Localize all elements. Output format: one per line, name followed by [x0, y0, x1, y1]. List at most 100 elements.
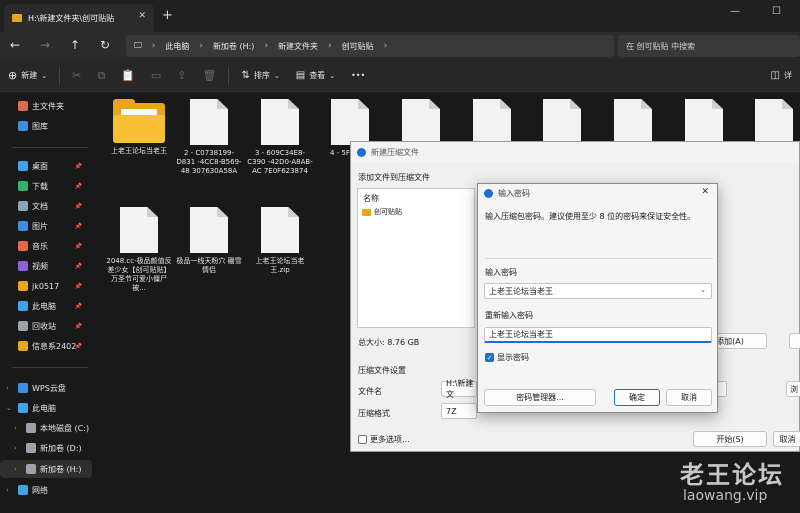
password-manager-button[interactable]: 密码管理器...	[484, 389, 596, 406]
folder-item[interactable]: 上老王论坛当老王	[106, 99, 172, 156]
add-button-label: 添加(A)	[716, 336, 744, 346]
file-item[interactable]: 上老王论坛当老王.zip	[247, 207, 313, 275]
new-button[interactable]: ⊕ 新建 ⌄	[0, 64, 55, 88]
sidebar-item[interactable]: 图片 📌	[0, 217, 92, 235]
explorer-tab[interactable]: H:\新建文件夹\创可贴贴 ✕	[4, 4, 154, 32]
chevron-right-icon[interactable]: ›	[6, 486, 14, 494]
refresh-icon[interactable]: ↻	[100, 38, 110, 52]
chevron-down-icon[interactable]: ⌄	[6, 404, 14, 412]
back-icon[interactable]: ←	[10, 38, 20, 52]
toolbar-divider	[59, 66, 61, 85]
chevron-right-icon: ›	[151, 41, 156, 51]
copy-icon[interactable]: ⧉	[89, 64, 113, 88]
pc-icon: 🖵	[134, 41, 142, 50]
sidebar-item[interactable]: 回收站 📌	[0, 317, 92, 335]
sidebar-item[interactable]: › 本地磁盘 (C:)	[0, 419, 92, 437]
share-icon[interactable]: ⇪	[169, 64, 194, 88]
password-label: 输入密码	[485, 268, 517, 277]
sidebar-item[interactable]: 主文件夹	[0, 97, 92, 115]
file-item[interactable]: 2048.cc-极品颜值反差少女【创可贴贴】万圣节可爱小僵尸被...	[106, 207, 172, 293]
address-bar[interactable]: 🖵 › 此电脑 › 新加卷 (H:) › 新建文件夹 › 创可贴贴 ›	[126, 35, 614, 57]
details-button[interactable]: ◫ 详	[763, 64, 800, 88]
start-button[interactable]: 开始(S)	[693, 431, 767, 447]
close-icon[interactable]: ✕	[701, 187, 709, 197]
file-item[interactable]: 2 - C0738199-D831 -4CC8-B569-48 307630A5…	[176, 99, 242, 176]
password-manager-label: 密码管理器...	[516, 393, 564, 402]
sidebar-divider	[12, 147, 88, 148]
title-bar: H:\新建文件夹\创可贴贴 ✕ + — ☐	[0, 0, 800, 32]
chevron-right-icon[interactable]: ›	[6, 384, 14, 392]
breadcrumb-item[interactable]: 新加卷 (H:)	[213, 41, 255, 52]
sidebar-item[interactable]: › 新加卷 (H:)	[0, 460, 92, 478]
chevron-right-icon: ›	[264, 41, 269, 51]
chevron-right-icon: ›	[328, 41, 332, 51]
paste-icon[interactable]: 📋	[113, 64, 143, 88]
file-item[interactable]: 3 - 609C34E8-C390 -42D0-A8AB-AC 7E0F6238…	[247, 99, 313, 176]
pin-icon: 📌	[74, 222, 82, 230]
extra-button[interactable]	[789, 333, 800, 349]
file-icon	[473, 99, 511, 145]
sidebar-item-label: 回收站	[32, 321, 56, 331]
more-options-button[interactable]: •••	[343, 64, 373, 88]
sidebar-item[interactable]: › 网络	[0, 481, 92, 499]
rename-icon[interactable]: ▭	[143, 64, 169, 88]
password-cancel-button[interactable]: 取消	[666, 389, 712, 406]
chevron-right-icon[interactable]: ›	[14, 424, 22, 432]
sidebar-item-label: 图库	[32, 121, 48, 131]
sidebar-item-label: 此电脑	[32, 301, 56, 311]
chevron-down-icon[interactable]: ⌄	[700, 286, 706, 294]
tab-close-icon[interactable]: ✕	[138, 11, 146, 21]
sidebar-item[interactable]: › WPS云盘	[0, 379, 92, 397]
breadcrumb-item[interactable]: 新建文件夹	[278, 41, 318, 52]
browse-button[interactable]: 浏	[786, 381, 800, 397]
reenter-password-field[interactable]: 上老王论坛当老王	[484, 327, 712, 343]
more-options-label[interactable]: 更多选项...	[370, 434, 410, 445]
breadcrumb-item[interactable]: 创可贴贴	[342, 41, 374, 52]
filename-field[interactable]: H:\新建文	[441, 379, 477, 399]
sidebar-item[interactable]: ⌄ 此电脑	[0, 399, 92, 417]
sidebar-item[interactable]: 信息系2402 📌	[0, 337, 92, 355]
cut-icon[interactable]: ✂	[64, 64, 89, 88]
folder-icon	[18, 281, 28, 291]
list-item[interactable]: 创可贴贴	[362, 207, 402, 217]
format-select[interactable]: 7Z	[441, 403, 477, 419]
file-listbox[interactable]: 名称 创可贴贴	[357, 188, 475, 328]
sidebar-item[interactable]: 音乐 📌	[0, 237, 92, 255]
sidebar-item[interactable]: jk0517 📌	[0, 277, 92, 295]
password-field[interactable]: 上老王论坛当老王 ⌄	[484, 283, 712, 299]
chevron-right-icon[interactable]: ›	[14, 465, 22, 473]
sort-button[interactable]: ⇅ 排序 ⌄	[233, 64, 287, 88]
file-icon	[261, 207, 299, 253]
view-button[interactable]: ▤ 查看 ⌄	[288, 64, 343, 88]
password-dialog-title: 输入密码	[498, 188, 530, 198]
sidebar-item[interactable]: 视频 📌	[0, 257, 92, 275]
search-input[interactable]: 在 创可贴贴 中搜索	[618, 35, 800, 57]
sidebar-item[interactable]: › 新加卷 (D:)	[0, 439, 92, 457]
chevron-down-icon: ⌄	[273, 71, 280, 80]
sidebar-item[interactable]: 桌面 📌	[0, 157, 92, 175]
up-icon[interactable]: ↑	[70, 38, 80, 52]
sidebar-item[interactable]: 此电脑 📌	[0, 297, 92, 315]
chevron-right-icon[interactable]: ›	[14, 444, 22, 452]
pin-icon: 📌	[74, 202, 82, 210]
delete-icon[interactable]: 🗑	[195, 64, 225, 88]
more-options-checkbox[interactable]	[358, 435, 367, 444]
new-tab-button[interactable]: +	[162, 8, 173, 23]
breadcrumb-item[interactable]: 此电脑	[165, 41, 189, 52]
file-item[interactable]: 极品一线天粉穴 硼雪情侣	[176, 207, 242, 275]
sidebar-item[interactable]: 下载 📌	[0, 177, 92, 195]
forward-icon[interactable]: →	[40, 38, 50, 52]
maximize-icon[interactable]: ☐	[772, 6, 781, 17]
show-password-checkbox[interactable]: ✓	[485, 353, 494, 362]
ok-button[interactable]: 确定	[614, 389, 660, 406]
minimize-icon[interactable]: —	[730, 6, 740, 17]
password-value: 上老王论坛当老王	[489, 286, 553, 296]
sidebar-item[interactable]: 文档 📌	[0, 197, 92, 215]
app-icon	[357, 147, 366, 157]
watermark-title: 老王论坛	[680, 461, 784, 489]
section-add-files: 添加文件到压缩文件	[358, 173, 430, 182]
sidebar-item-label: 此电脑	[32, 403, 56, 413]
show-password-label[interactable]: 显示密码	[497, 352, 529, 363]
cancel-button[interactable]: 取消	[773, 431, 800, 447]
sidebar-item[interactable]: 图库	[0, 117, 92, 135]
